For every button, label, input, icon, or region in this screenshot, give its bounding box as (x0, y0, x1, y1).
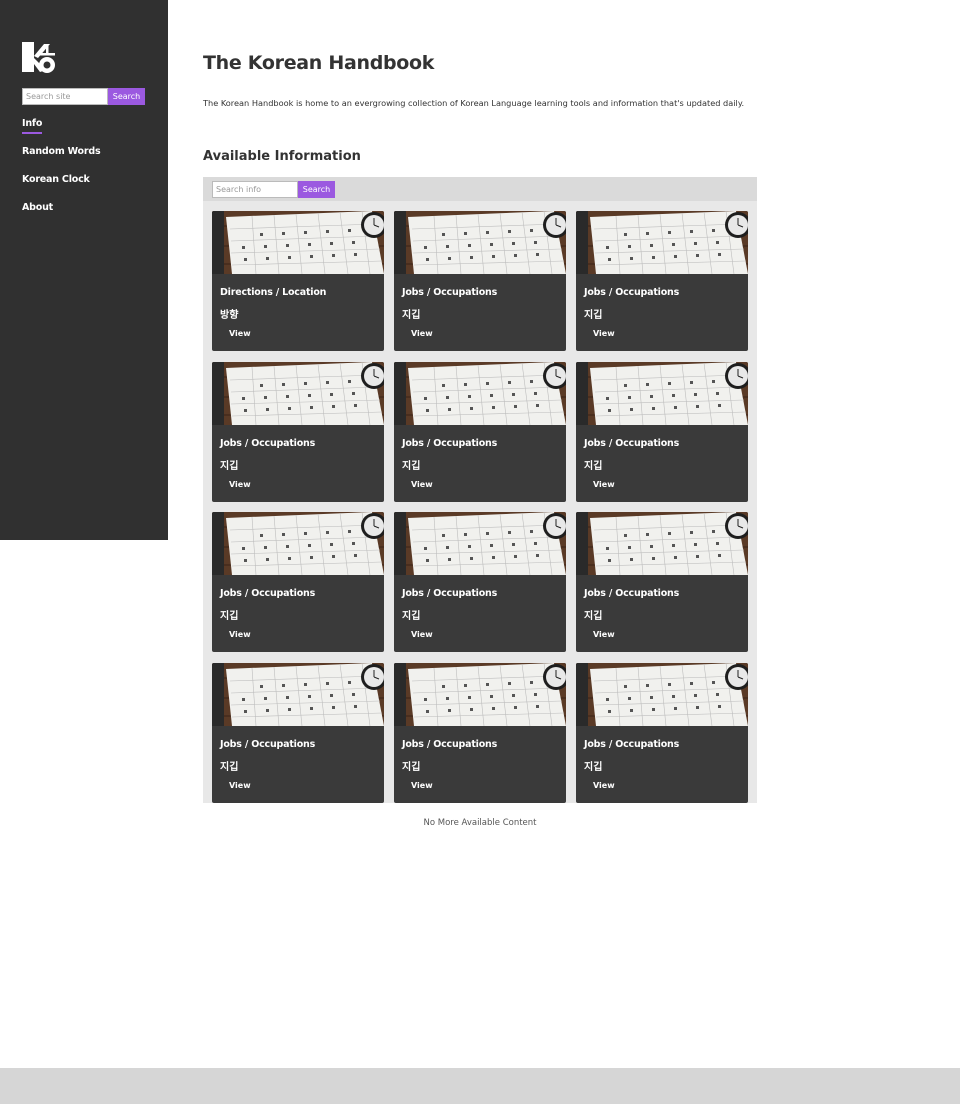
card-view-link[interactable]: View (229, 781, 251, 790)
card-view-link[interactable]: View (593, 329, 615, 338)
card-category: Jobs / Occupations (220, 739, 316, 750)
page-title: The Korean Handbook (203, 52, 435, 74)
korean-letter-logo-icon[interactable] (22, 42, 58, 74)
info-panel: Search Directions / Location방향ViewJobs /… (203, 177, 757, 803)
card-korean-word: 지깁 (402, 611, 421, 622)
nav-item-info[interactable]: Info (22, 118, 100, 146)
info-card[interactable]: Jobs / Occupations 지깁 View (394, 512, 566, 652)
card-category: Jobs / Occupations (584, 438, 680, 449)
nav-item-random-words[interactable]: Random Words (22, 146, 101, 174)
card-korean-word: 지깁 (584, 310, 603, 321)
card-korean-word: 지깁 (220, 611, 239, 622)
nav-item-label: Random Words (22, 146, 101, 157)
card-korean-word: 지깁 (220, 762, 239, 773)
card-view-link[interactable]: View (229, 630, 251, 639)
card-view-link[interactable]: View (411, 329, 433, 338)
info-search-button[interactable]: Search (298, 181, 335, 198)
card-category: Jobs / Occupations (220, 588, 316, 599)
nav-item-korean-clock[interactable]: Korean Clock (22, 174, 100, 202)
card-view-link[interactable]: View (229, 329, 251, 338)
card-category: Jobs / Occupations (402, 438, 498, 449)
section-title: Available Information (203, 149, 361, 164)
calendar-photo (212, 211, 384, 274)
info-card[interactable]: Jobs / Occupations 지깁 View (394, 211, 566, 351)
card-view-link[interactable]: View (593, 630, 615, 639)
info-search-bar: Search (203, 177, 757, 201)
card-korean-word: 지깁 (584, 461, 603, 472)
card-korean-word: 지깁 (584, 762, 603, 773)
card-view-link[interactable]: View (411, 630, 433, 639)
nav-item-label: Korean Clock (22, 174, 90, 185)
calendar-photo (576, 211, 748, 274)
info-card[interactable]: Jobs / Occupations 지깁 View (212, 512, 384, 652)
card-korean-word: 지깁 (402, 461, 421, 472)
footer (0, 1068, 960, 1104)
calendar-photo (394, 512, 566, 575)
card-korean-word: 지깁 (220, 461, 239, 472)
card-korean-word: 지깁 (402, 310, 421, 321)
sidebar: Search Info Random Words Korean Clock Ab… (0, 0, 168, 540)
calendar-photo (394, 663, 566, 726)
card-category: Jobs / Occupations (584, 739, 680, 750)
card-category: Jobs / Occupations (402, 287, 498, 298)
no-more-content-message: No More Available Content (423, 818, 537, 828)
info-card[interactable]: Jobs / Occupations 지깁 View (576, 211, 748, 351)
card-category: Jobs / Occupations (402, 739, 498, 750)
intro-text: The Korean Handbook is home to an evergr… (203, 98, 745, 108)
info-card[interactable]: Jobs / Occupations 지깁 View (212, 362, 384, 502)
info-card[interactable]: Jobs / Occupations 지깁 View (394, 663, 566, 803)
nav-item-about[interactable]: About (22, 202, 100, 230)
card-korean-word: 지깁 (584, 611, 603, 622)
card-view-link[interactable]: View (593, 480, 615, 489)
calendar-photo (212, 512, 384, 575)
card-korean-word: 지깁 (402, 762, 421, 773)
info-card[interactable]: Jobs / Occupations 지깁 View (212, 663, 384, 803)
info-search: Search (212, 181, 335, 198)
card-view-link[interactable]: View (411, 480, 433, 489)
info-card[interactable]: Jobs / Occupations 지깁 View (394, 362, 566, 502)
calendar-photo (576, 512, 748, 575)
card-category: Jobs / Occupations (402, 588, 498, 599)
nav-item-label: Info (22, 118, 42, 134)
card-korean-word: 방향 (220, 310, 239, 321)
card-category: Jobs / Occupations (584, 588, 680, 599)
nav-item-label: About (22, 202, 53, 213)
card-category: Directions / Location (220, 287, 327, 298)
info-card[interactable]: Jobs / Occupations 지깁 View (576, 663, 748, 803)
sidebar-nav: Info Random Words Korean Clock About (22, 118, 101, 230)
card-category: Jobs / Occupations (584, 287, 680, 298)
site-search: Search (22, 88, 145, 105)
calendar-photo (212, 663, 384, 726)
card-category: Jobs / Occupations (220, 438, 316, 449)
site-search-button[interactable]: Search (108, 88, 145, 105)
calendar-photo (212, 362, 384, 425)
info-card[interactable]: Jobs / Occupations 지깁 View (576, 362, 748, 502)
calendar-photo (394, 211, 566, 274)
info-card[interactable]: Jobs / Occupations 지깁 View (576, 512, 748, 652)
calendar-photo (576, 663, 748, 726)
site-search-input[interactable] (22, 88, 108, 105)
card-view-link[interactable]: View (411, 781, 433, 790)
info-card[interactable]: Directions / Location 방향 View (212, 211, 384, 351)
info-search-input[interactable] (212, 181, 298, 198)
card-view-link[interactable]: View (593, 781, 615, 790)
card-view-link[interactable]: View (229, 480, 251, 489)
calendar-photo (576, 362, 748, 425)
calendar-photo (394, 362, 566, 425)
